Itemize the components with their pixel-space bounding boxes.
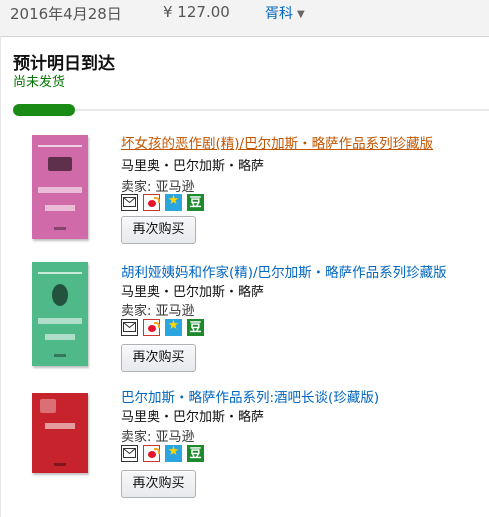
product-title-link[interactable]: 巴尔加斯・略萨作品系列:酒吧长谈(珍藏版) [121,386,379,406]
mail-icon[interactable] [121,319,138,336]
cover-band [38,145,82,147]
weibo-icon-wave [154,197,160,203]
book-cover[interactable] [32,135,88,239]
buy-again-button[interactable]: 再次购买 [121,470,196,498]
qzone-icon-star: ★ [167,318,180,333]
weibo-icon-wave [154,448,160,454]
mail-icon[interactable] [121,445,138,462]
buy-again-button[interactable]: 再次购买 [121,344,196,372]
qzone-icon[interactable]: ★ [165,193,182,211]
progress-fill [13,104,75,116]
order-item: 胡利娅姨妈和作家(精)/巴尔加斯・略萨作品系列珍藏版 马里奥・巴尔加斯・略萨 卖… [0,257,489,385]
qzone-icon[interactable]: ★ [165,444,182,462]
chevron-down-icon: ▼ [297,9,305,20]
cover-emblem [48,157,72,171]
shipment-status: 尚未发货 [13,75,66,90]
product-author: 马里奥・巴尔加斯・略萨 [121,159,265,174]
product-seller: 卖家: 亚马逊 [121,180,195,195]
cover-title-strip [38,187,82,193]
order-item: 坏女孩的恶作剧(精)/巴尔加斯・略萨作品系列珍藏版 马里奥・巴尔加斯・略萨 卖家… [0,130,489,258]
qzone-icon-star: ★ [167,444,180,459]
cover-subtitle-strip [45,205,75,211]
douban-icon[interactable]: 豆 [187,194,204,211]
book-cover[interactable] [32,393,88,473]
cover-title-strip [38,318,82,324]
cover-emblem [52,284,68,306]
weibo-icon[interactable] [143,445,160,462]
weibo-icon[interactable] [143,194,160,211]
recipient-dropdown[interactable]: 胥科 ▼ [265,3,305,23]
cover-emblem [40,399,56,413]
order-item: 巴尔加斯・略萨作品系列:酒吧长谈(珍藏版) 马里奥・巴尔加斯・略萨 卖家: 亚马… [0,383,489,511]
douban-icon[interactable]: 豆 [187,319,204,336]
cover-publisher-mark [54,463,66,466]
douban-icon[interactable]: 豆 [187,445,204,462]
cover-title-strip [45,423,75,429]
weibo-icon[interactable] [143,319,160,336]
cover-publisher-mark [54,227,66,230]
cover-subtitle-strip [45,334,75,340]
order-summary-bar: 2016年4月28日 ¥ 127.00 胥科 ▼ [0,0,489,37]
recipient-name: 胥科 [265,6,293,22]
product-title-link[interactable]: 坏女孩的恶作剧(精)/巴尔加斯・略萨作品系列珍藏版 [121,132,433,152]
product-seller: 卖家: 亚马逊 [121,430,195,445]
book-cover[interactable] [32,262,88,366]
product-author: 马里奥・巴尔加斯・略萨 [121,285,265,300]
qzone-icon[interactable]: ★ [165,318,182,336]
weibo-icon-wave [154,322,160,328]
buy-again-button[interactable]: 再次购买 [121,216,196,244]
product-author: 马里奥・巴尔加斯・略萨 [121,410,265,425]
order-date: 2016年4月28日 [10,5,122,23]
cover-publisher-mark [54,354,66,357]
product-title-link[interactable]: 胡利娅姨妈和作家(精)/巴尔加斯・略萨作品系列珍藏版 [121,261,447,281]
order-total: ¥ 127.00 [163,3,230,21]
qzone-icon-star: ★ [167,193,180,208]
cover-band [38,272,82,274]
mail-icon[interactable] [121,194,138,211]
progress-track [13,109,489,111]
product-seller: 卖家: 亚马逊 [121,304,195,319]
shipment-progress-bar [13,104,489,116]
